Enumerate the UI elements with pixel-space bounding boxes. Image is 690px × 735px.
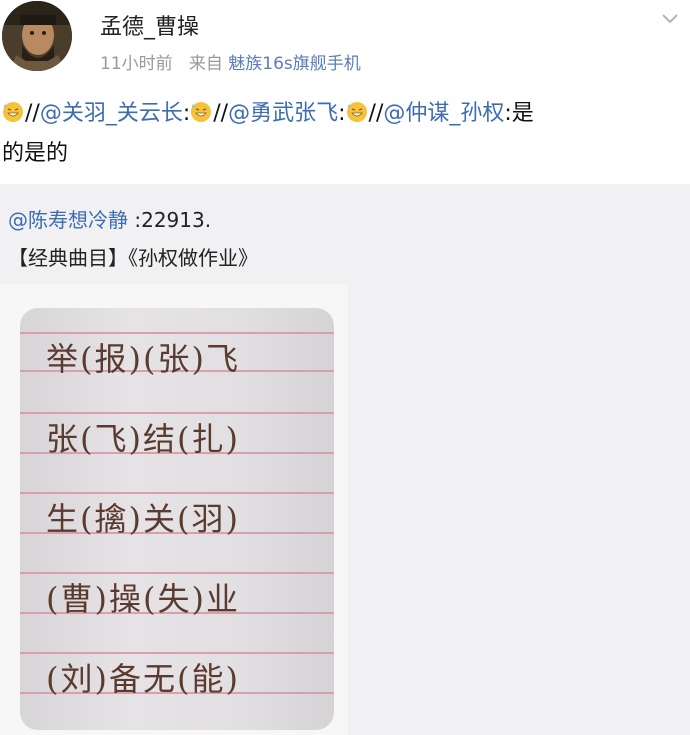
grinning-sweat-emoji-icon	[346, 102, 367, 122]
mention-chenshou[interactable]: @陈寿想冷静	[8, 208, 128, 232]
handwritten-row: 张(飞)结(扎)	[46, 420, 240, 458]
grinning-sweat-emoji-icon	[191, 102, 212, 122]
avatar-image	[2, 1, 72, 71]
mention-guanyu[interactable]: @关羽_关云长	[40, 101, 183, 126]
mention-sunquan[interactable]: @仲谋_孙权	[383, 101, 504, 126]
repost-title: 【经典曲目】《孙权做作业》	[8, 246, 258, 270]
handwritten-row: 举(报)(张)飞	[46, 340, 240, 378]
repost-separator: //	[368, 101, 384, 126]
mention-zhangfei[interactable]: @勇武张飞	[228, 101, 338, 126]
repost-header: @陈寿想冷静 :22913.	[8, 204, 211, 233]
repost-text: :22913.	[128, 208, 212, 232]
post-meta: 11小时前 来自 魅族16s旗舰手机	[100, 49, 361, 74]
handwritten-row: (曹)操(失)业	[46, 580, 240, 618]
source-prefix: 来自	[188, 54, 223, 74]
notebook-page: 举(报)(张)飞 张(飞)结(扎) 生(擒)关(羽) (曹)操(失)业 (刘)备…	[20, 308, 334, 730]
chevron-down-icon[interactable]	[658, 6, 682, 30]
handwritten-row: 生(擒)关(羽)	[46, 500, 240, 538]
post-text-line2: 的是的	[2, 141, 69, 166]
post-header: 孟德_曹操 11小时前 来自 魅族16s旗舰手机	[0, 0, 690, 92]
handwritten-row: (刘)备无(能)	[46, 660, 240, 698]
grinning-sweat-emoji-icon	[3, 102, 23, 122]
colon: :	[182, 101, 191, 126]
attached-photo[interactable]: 举(报)(张)飞 张(飞)结(扎) 生(擒)关(羽) (曹)操(失)业 (刘)备…	[0, 284, 348, 735]
device-name[interactable]: 魅族16s旗舰手机	[228, 54, 361, 74]
repost-separator: //	[213, 101, 229, 126]
post-time: 11小时前	[100, 54, 173, 74]
username[interactable]: 孟德_曹操	[100, 9, 199, 41]
reposted-content[interactable]: @陈寿想冷静 :22913. 【经典曲目】《孙权做作业》 举(报)(张)飞 张(…	[0, 184, 690, 735]
post-text-tail: :是	[504, 101, 534, 126]
repost-separator: //	[25, 101, 40, 126]
colon: :	[338, 101, 346, 126]
post-text: //@关羽_关云长: //@勇武张飞: //@仲谋_孙权:是 的是的	[2, 94, 688, 174]
avatar[interactable]	[2, 1, 72, 71]
